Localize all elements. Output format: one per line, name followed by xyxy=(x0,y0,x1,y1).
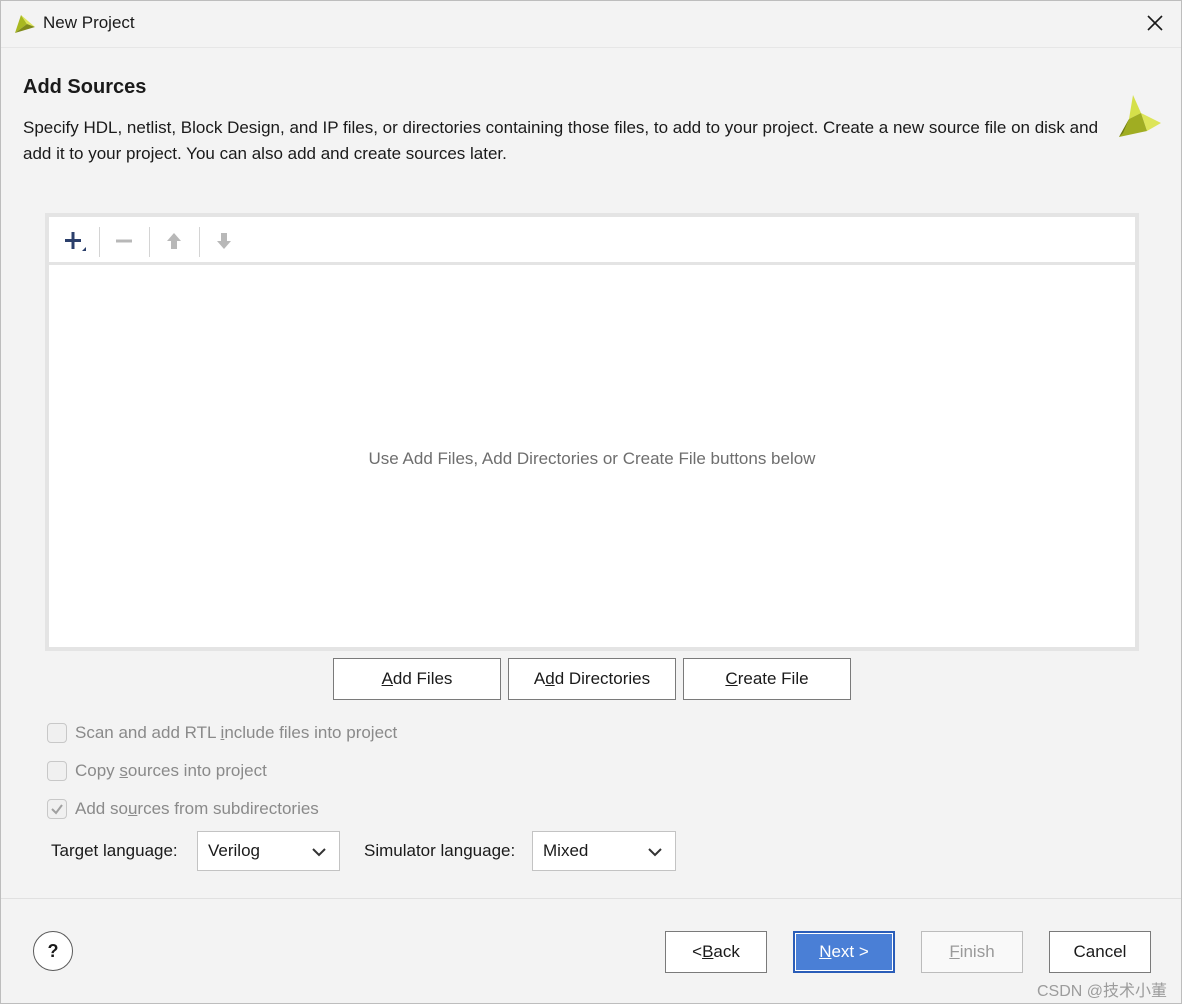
remove-source-button[interactable] xyxy=(109,227,139,255)
simulator-language-value: Mixed xyxy=(543,841,589,860)
arrow-up-icon xyxy=(167,233,181,249)
add-files-mnemonic: A xyxy=(381,669,393,688)
target-language-select[interactable]: Verilog xyxy=(197,831,340,871)
copy-sources-label: Copy sources into project xyxy=(75,761,267,780)
page-title: Add Sources xyxy=(23,76,147,98)
sources-toolbar xyxy=(49,217,1135,265)
copy-sources-checkbox[interactable] xyxy=(47,761,67,781)
minus-icon xyxy=(116,239,132,243)
checkmark-icon xyxy=(51,804,63,815)
arrow-down-icon xyxy=(217,233,231,249)
empty-sources-message: Use Add Files, Add Directories or Create… xyxy=(368,449,816,468)
back-button[interactable]: < Back xyxy=(665,931,767,973)
back-mnemonic: B xyxy=(702,942,714,961)
watermark: CSDN @技术小董 xyxy=(1036,983,1167,1000)
back-label-start: < xyxy=(692,942,703,961)
finish-label: inish xyxy=(959,942,995,961)
add-source-button[interactable] xyxy=(59,227,89,255)
cancel-button[interactable]: Cancel xyxy=(1049,931,1151,973)
add-subdirs-option[interactable]: Add sources from subdirectories xyxy=(47,798,319,820)
vivado-logo-icon xyxy=(15,15,35,33)
back-label-end: ack xyxy=(713,942,740,961)
create-file-button[interactable]: Create File xyxy=(683,658,851,700)
next-mnemonic: N xyxy=(819,942,832,961)
chevron-down-icon xyxy=(648,848,662,857)
sources-panel: Use Add Files, Add Directories or Create… xyxy=(45,213,1139,651)
finish-mnemonic: F xyxy=(949,942,960,961)
next-label: ext > xyxy=(831,942,869,961)
scan-rtl-label: Scan and add RTL include files into proj… xyxy=(75,723,398,742)
add-files-button[interactable]: Add Files xyxy=(333,658,501,700)
add-directories-label-end: d Directories xyxy=(554,669,651,688)
create-file-mnemonic: C xyxy=(725,669,738,688)
move-up-button[interactable] xyxy=(159,227,189,255)
title-bar: New Project xyxy=(1,1,1181,47)
add-subdirs-label: Add sources from subdirectories xyxy=(75,799,319,818)
toolbar-separator xyxy=(149,227,150,257)
simulator-language-select[interactable]: Mixed xyxy=(532,831,676,871)
new-project-dialog: New Project Add Sources Specify HDL, net… xyxy=(0,0,1182,1004)
add-directories-button[interactable]: Add Directories xyxy=(508,658,676,700)
page-description: Specify HDL, netlist, Block Design, and … xyxy=(23,118,1099,163)
title-divider xyxy=(1,47,1181,48)
add-directories-label-start: A xyxy=(533,669,546,688)
create-file-label: reate File xyxy=(737,669,809,688)
footer-divider xyxy=(1,898,1181,899)
move-down-button[interactable] xyxy=(209,227,239,255)
add-subdirs-checkbox[interactable] xyxy=(47,799,67,819)
copy-sources-option[interactable]: Copy sources into project xyxy=(47,760,267,782)
simulator-language-label: Simulator language: xyxy=(364,841,516,860)
scan-rtl-checkbox[interactable] xyxy=(47,723,67,743)
toolbar-separator xyxy=(99,227,100,257)
chevron-down-icon xyxy=(312,848,326,857)
target-language-value: Verilog xyxy=(208,841,260,860)
close-icon[interactable] xyxy=(1143,11,1167,35)
finish-button[interactable]: Finish xyxy=(921,931,1023,973)
add-files-label: dd Files xyxy=(392,669,453,688)
help-button[interactable]: ? xyxy=(33,931,73,971)
add-directories-mnemonic: d xyxy=(545,669,555,688)
target-language-label: Target language: xyxy=(51,841,178,860)
plus-icon xyxy=(65,232,86,251)
next-button[interactable]: Next > xyxy=(793,931,895,973)
window-title: New Project xyxy=(43,13,135,32)
scan-rtl-option[interactable]: Scan and add RTL include files into proj… xyxy=(47,722,397,744)
vivado-logo-icon xyxy=(1119,95,1161,137)
toolbar-separator xyxy=(199,227,200,257)
